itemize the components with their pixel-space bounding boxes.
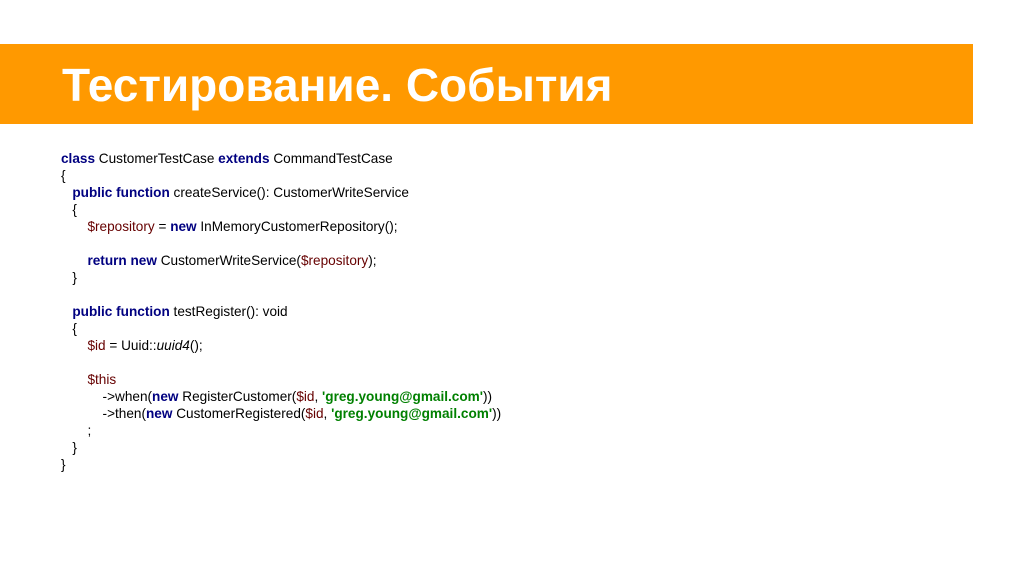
code-text: RegisterCustomer( [178,389,297,404]
code-block: class CustomerTestCase extends CommandTe… [61,150,501,473]
code-line: public function testRegister(): void [61,303,501,320]
code-line: class CustomerTestCase extends CommandTe… [61,150,501,167]
code-text: { [72,321,77,336]
code-line: } [61,456,501,473]
keyword: class [61,151,96,166]
code-text: testRegister(): void [169,304,288,319]
code-line: ->when(new RegisterCustomer($id, 'greg.y… [61,388,501,405]
code-text: = [154,219,171,234]
code-text: { [72,202,77,217]
keyword: function [116,304,170,319]
keyword: new [170,219,197,234]
code-text: , [314,389,323,404]
slide: Тестирование. События class CustomerTest… [0,0,1024,576]
variable: $this [87,372,117,387]
string-literal: 'greg.young@gmail.com' [331,406,493,421]
keyword: extends [218,151,270,166]
code-line: $id = Uuid::uuid4(); [61,337,501,354]
code-text-italic: uuid4 [156,338,190,353]
keyword: new [130,253,157,268]
code-text: (); [189,338,203,353]
code-line: public function createService(): Custome… [61,184,501,201]
code-text: } [72,440,77,455]
code-line: } [61,439,501,456]
variable: $id [87,338,106,353]
code-line: $repository = new InMemoryCustomerReposi… [61,218,501,235]
code-text: , [323,406,332,421]
keyword: new [146,406,173,421]
code-text: CustomerWriteService( [156,253,301,268]
code-line: $this [61,371,501,388]
code-line: { [61,320,501,337]
code-text: = Uuid:: [105,338,157,353]
code-text: CustomerTestCase [95,151,219,166]
code-line: ; [61,422,501,439]
code-text: )) [483,389,493,404]
code-line: return new CustomerWriteService($reposit… [61,252,501,269]
code-text: { [61,168,66,183]
code-text: } [72,270,77,285]
variable: $id [296,389,315,404]
slide-title: Тестирование. События [62,59,613,111]
keyword: function [116,185,170,200]
code-text: ; [87,423,92,438]
code-line: ->then(new CustomerRegistered($id, 'greg… [61,405,502,422]
code-text: InMemoryCustomerRepository(); [196,219,398,234]
code-line: { [61,167,501,184]
code-line: { [61,201,501,218]
code-text: createService(): CustomerWriteService [169,185,409,200]
variable: $repository [300,253,369,268]
keyword: new [152,389,179,404]
code-text: )) [492,406,502,421]
code-text: ->when( [102,389,153,404]
code-text: } [61,457,66,472]
keyword: return [87,253,127,268]
code-text: CustomerRegistered( [172,406,306,421]
keyword: public [72,185,113,200]
code-line: } [61,269,501,286]
string-literal: 'greg.young@gmail.com' [322,389,483,404]
code-text: ); [368,253,377,268]
keyword: public [72,304,113,319]
code-text: ->then( [102,406,146,421]
variable: $repository [87,219,155,234]
variable: $id [305,406,324,421]
code-text: CommandTestCase [269,151,393,166]
